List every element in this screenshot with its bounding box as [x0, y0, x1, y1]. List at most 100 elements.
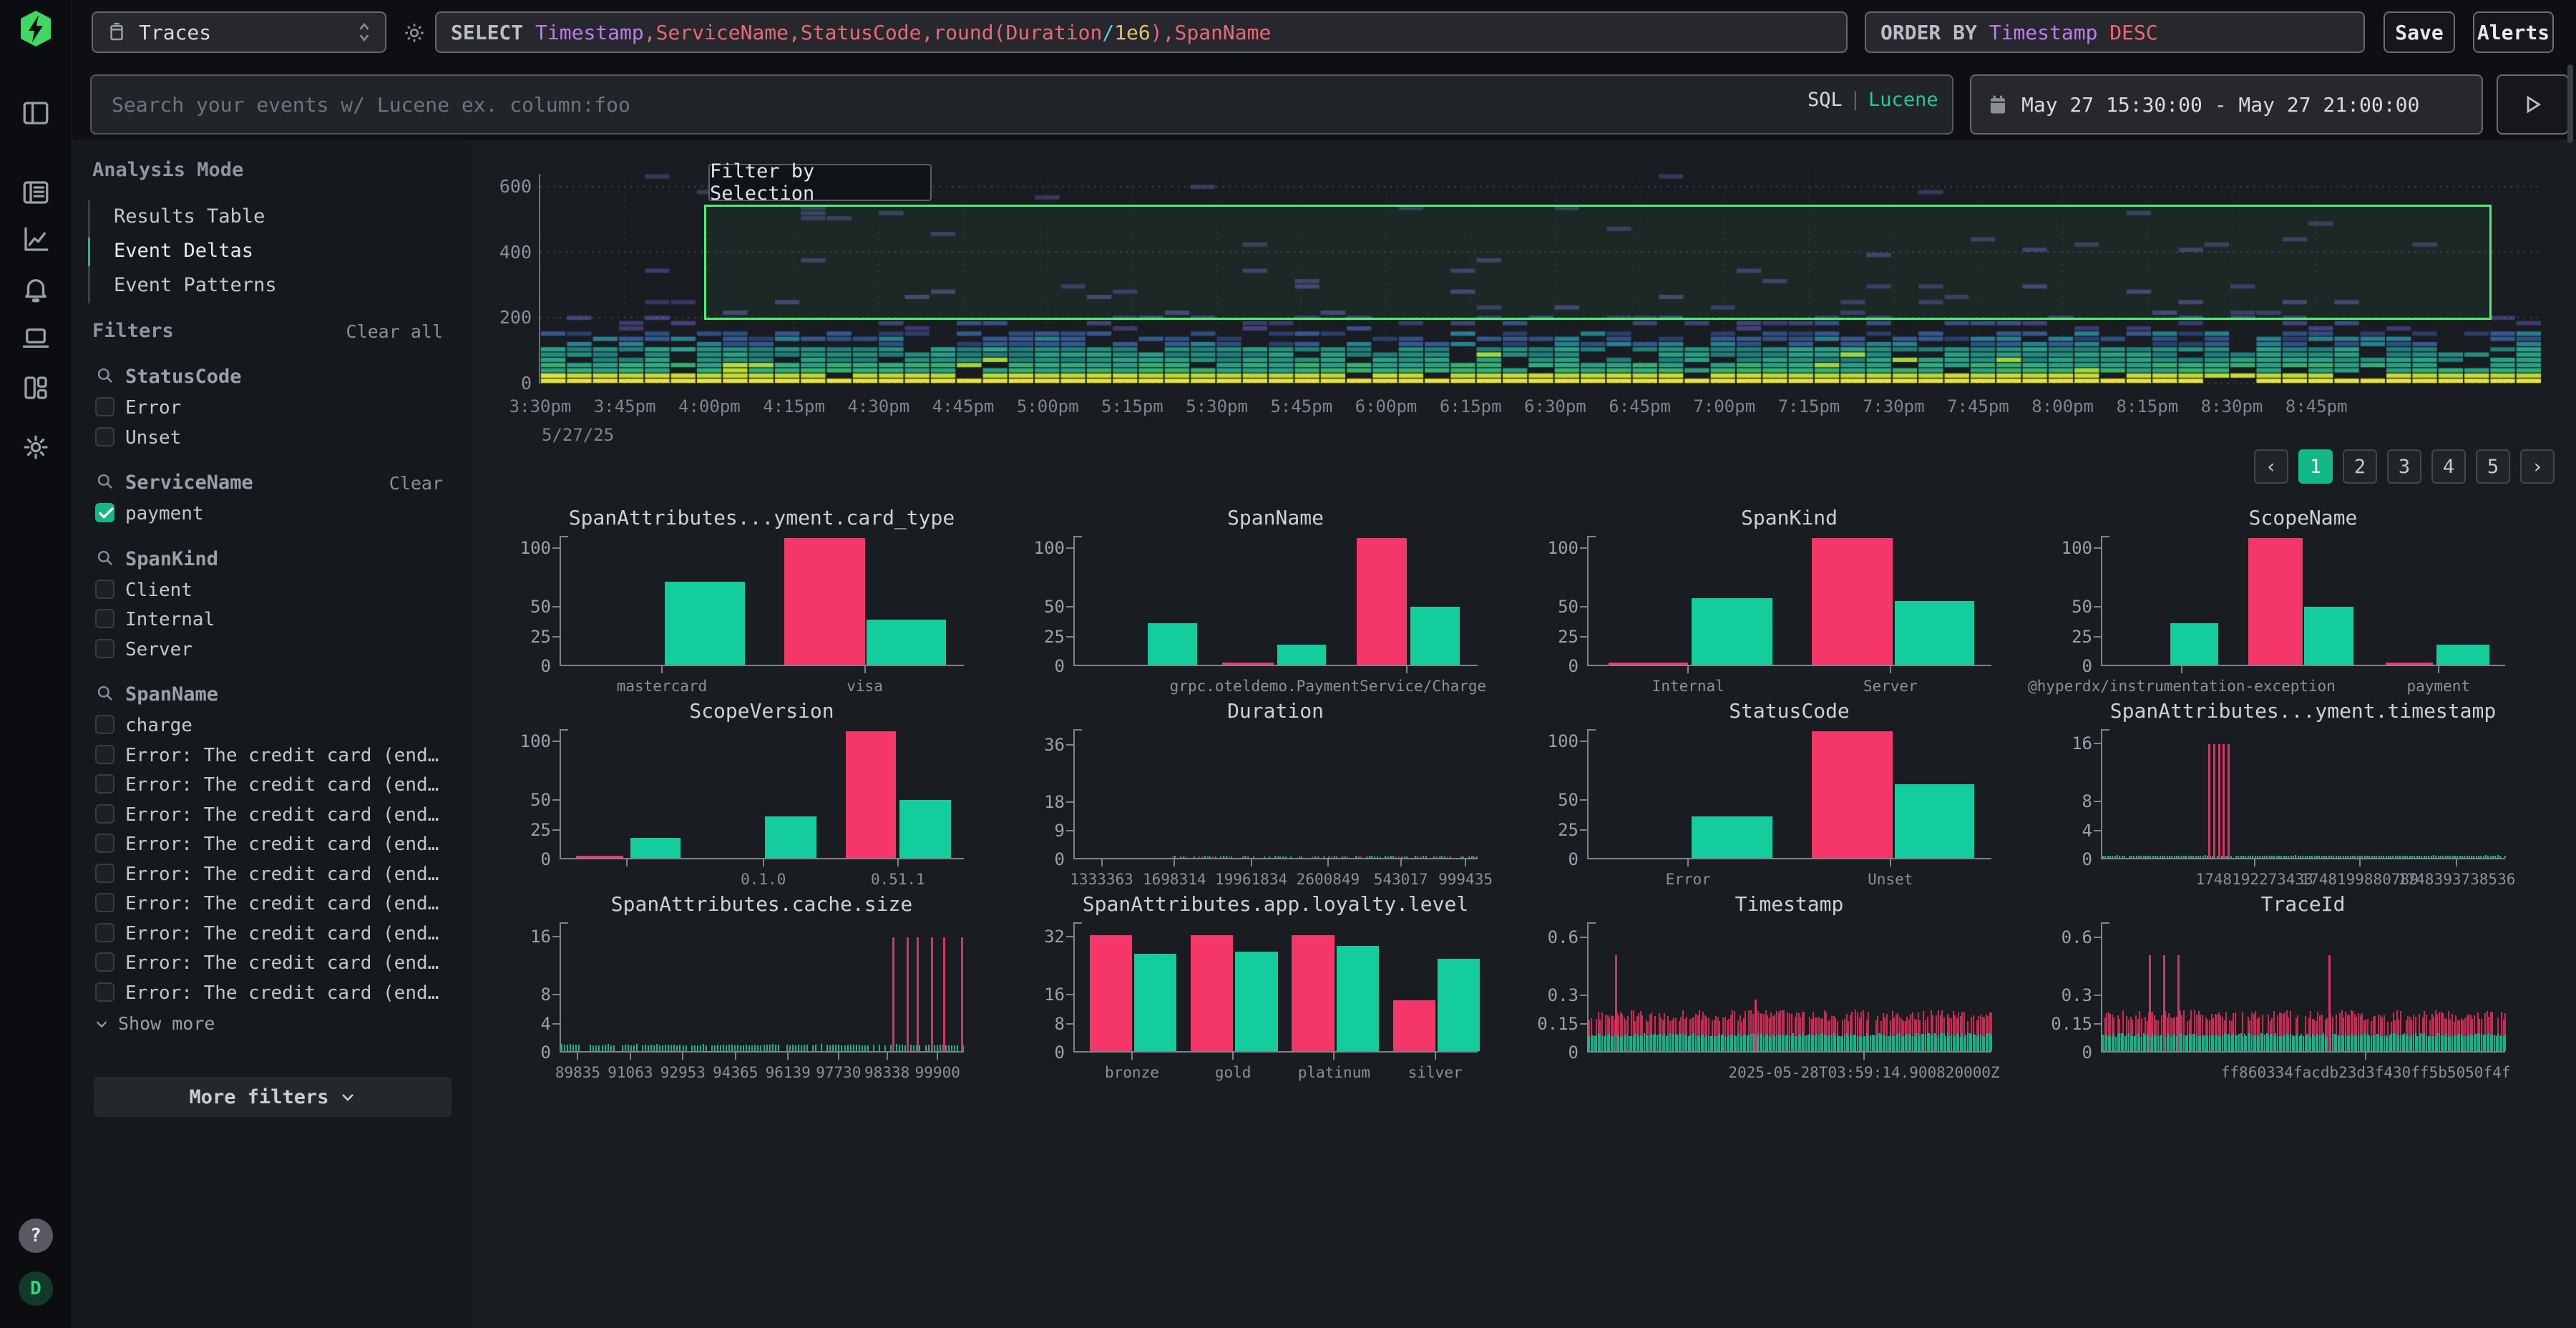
filter-option-label[interactable]: Error: The credit card (end… [125, 923, 439, 944]
rail-news-icon[interactable] [20, 177, 52, 208]
bar-green[interactable] [765, 816, 816, 858]
select-query-input[interactable]: SELECT Timestamp,ServiceName,StatusCode,… [435, 11, 1848, 53]
filter-option-label[interactable]: Error: The credit card (end… [125, 834, 439, 855]
bar-green[interactable] [1134, 954, 1176, 1052]
filter-option-label[interactable]: Error: The credit card (end… [125, 893, 439, 914]
bar-green[interactable] [2436, 645, 2489, 665]
filter-option-label[interactable]: Error: The credit card (end… [125, 745, 439, 766]
filter-group-clear-link[interactable]: Clear [389, 473, 443, 494]
bar-pink[interactable] [576, 856, 623, 858]
sql-toggle-label[interactable]: SQL [1807, 89, 1843, 111]
filter-checkbox-unchecked[interactable] [95, 397, 114, 416]
bar-pink[interactable] [1222, 663, 1274, 665]
avatar[interactable]: D [19, 1271, 53, 1306]
mini-chart-plot[interactable] [2101, 922, 2505, 1053]
bar-green[interactable] [1148, 623, 1197, 665]
filter-option-label[interactable]: charge [125, 715, 192, 736]
analysis-mode-item-event-patterns[interactable]: Event Patterns [114, 274, 277, 296]
rail-chart-line-icon[interactable] [20, 224, 52, 255]
bar-green[interactable] [1692, 598, 1772, 665]
clear-all-filters-link[interactable]: Clear all [346, 321, 443, 342]
scrollbar-thumb[interactable] [2567, 64, 2573, 143]
mini-chart-plot[interactable] [2101, 536, 2505, 666]
bar-pink[interactable] [2386, 663, 2434, 665]
rail-gear-icon[interactable] [20, 431, 52, 463]
filter-by-selection-tooltip[interactable]: Filter by Selection [708, 164, 932, 201]
query-settings-gear-icon[interactable] [401, 20, 427, 49]
filter-checkbox-unchecked[interactable] [95, 982, 114, 1002]
mini-chart-plot[interactable] [2101, 729, 2505, 859]
mini-chart-plot[interactable] [560, 536, 964, 666]
bar-green[interactable] [1895, 784, 1974, 858]
mini-chart-plot[interactable] [560, 922, 964, 1053]
filter-group-search-icon[interactable] [95, 366, 114, 388]
filter-option-label[interactable]: Error: The credit card (end… [125, 774, 439, 796]
heatmap-selection-rect[interactable] [704, 205, 2492, 319]
pagination-prev-button[interactable]: ‹ [2254, 449, 2288, 484]
mini-chart-plot[interactable] [1587, 536, 1991, 666]
bar-pink[interactable] [2248, 538, 2303, 665]
bar-pink[interactable] [846, 731, 897, 858]
more-filters-button[interactable]: More filters [94, 1077, 452, 1117]
rail-laptop-icon[interactable] [20, 323, 52, 354]
date-range-picker[interactable]: May 27 15:30:00 - May 27 21:00:00 [1970, 74, 2483, 135]
bar-green[interactable] [867, 620, 946, 665]
bar-pink[interactable] [1090, 935, 1132, 1051]
bar-green[interactable] [665, 582, 745, 665]
filter-option-label[interactable]: Error: The credit card (end… [125, 804, 439, 826]
pagination-page-4[interactable]: 4 [2431, 449, 2466, 484]
filter-checkbox-unchecked[interactable] [95, 609, 114, 628]
mini-chart-plot[interactable] [1587, 729, 1991, 859]
query-language-toggle[interactable]: SQL|Lucene [1807, 89, 1938, 111]
filter-checkbox-unchecked[interactable] [95, 952, 114, 972]
pagination-next-button[interactable]: › [2520, 449, 2555, 484]
bar-pink[interactable] [1609, 663, 1688, 665]
source-select[interactable]: Traces [92, 11, 386, 53]
pagination-page-1[interactable]: 1 [2298, 449, 2333, 484]
bar-green[interactable] [1438, 959, 1480, 1051]
bar-green[interactable] [1410, 607, 1460, 665]
filter-option-label[interactable]: Server [125, 639, 192, 660]
filter-option-label[interactable]: Internal [125, 609, 215, 630]
bar-green[interactable] [1895, 601, 1974, 665]
save-button[interactable]: Save [2384, 11, 2455, 53]
rail-layout-grid-icon[interactable] [20, 372, 52, 404]
filter-group-search-icon[interactable] [95, 683, 114, 706]
rail-panel-left-icon[interactable] [20, 97, 52, 129]
filter-checkbox-unchecked[interactable] [95, 427, 114, 446]
filter-option-label[interactable]: payment [125, 503, 204, 524]
bar-pink[interactable] [1812, 731, 1893, 858]
bar-green[interactable] [1277, 645, 1327, 665]
bar-green[interactable] [1337, 946, 1379, 1051]
filter-group-search-icon[interactable] [95, 472, 114, 494]
filter-option-label[interactable]: Error: The credit card (end… [125, 952, 439, 974]
mini-chart-plot[interactable] [1587, 922, 1991, 1053]
bar-green[interactable] [2304, 607, 2353, 665]
bar-pink[interactable] [1357, 538, 1407, 665]
filter-group-search-icon[interactable] [95, 548, 114, 570]
filter-option-label[interactable]: Error: The credit card (end… [125, 864, 439, 885]
mini-chart-plot[interactable] [1073, 536, 1478, 666]
mini-chart-plot[interactable] [1073, 729, 1478, 859]
filter-checkbox-checked[interactable] [95, 503, 114, 522]
filter-checkbox-unchecked[interactable] [95, 639, 114, 658]
bar-green[interactable] [2170, 623, 2218, 665]
help-button[interactable]: ? [19, 1219, 53, 1253]
filter-checkbox-unchecked[interactable] [95, 580, 114, 599]
app-logo[interactable] [19, 10, 52, 50]
bar-pink[interactable] [1191, 935, 1233, 1051]
bar-green[interactable] [899, 800, 951, 858]
filter-option-label[interactable]: Client [125, 580, 192, 601]
alerts-button[interactable]: Alerts [2473, 11, 2554, 53]
bar-pink[interactable] [1292, 935, 1334, 1051]
filter-checkbox-unchecked[interactable] [95, 834, 114, 853]
filter-checkbox-unchecked[interactable] [95, 745, 114, 764]
order-by-input[interactable]: ORDER BY Timestamp DESC [1865, 11, 2365, 53]
lucene-toggle-label[interactable]: Lucene [1868, 89, 1938, 111]
rail-bell-icon[interactable] [20, 273, 52, 305]
bar-pink[interactable] [1393, 1000, 1435, 1051]
pagination-page-5[interactable]: 5 [2476, 449, 2510, 484]
bar-green[interactable] [1235, 952, 1277, 1051]
analysis-mode-item-results-table[interactable]: Results Table [114, 205, 265, 228]
filter-option-label[interactable]: Error [125, 397, 181, 419]
